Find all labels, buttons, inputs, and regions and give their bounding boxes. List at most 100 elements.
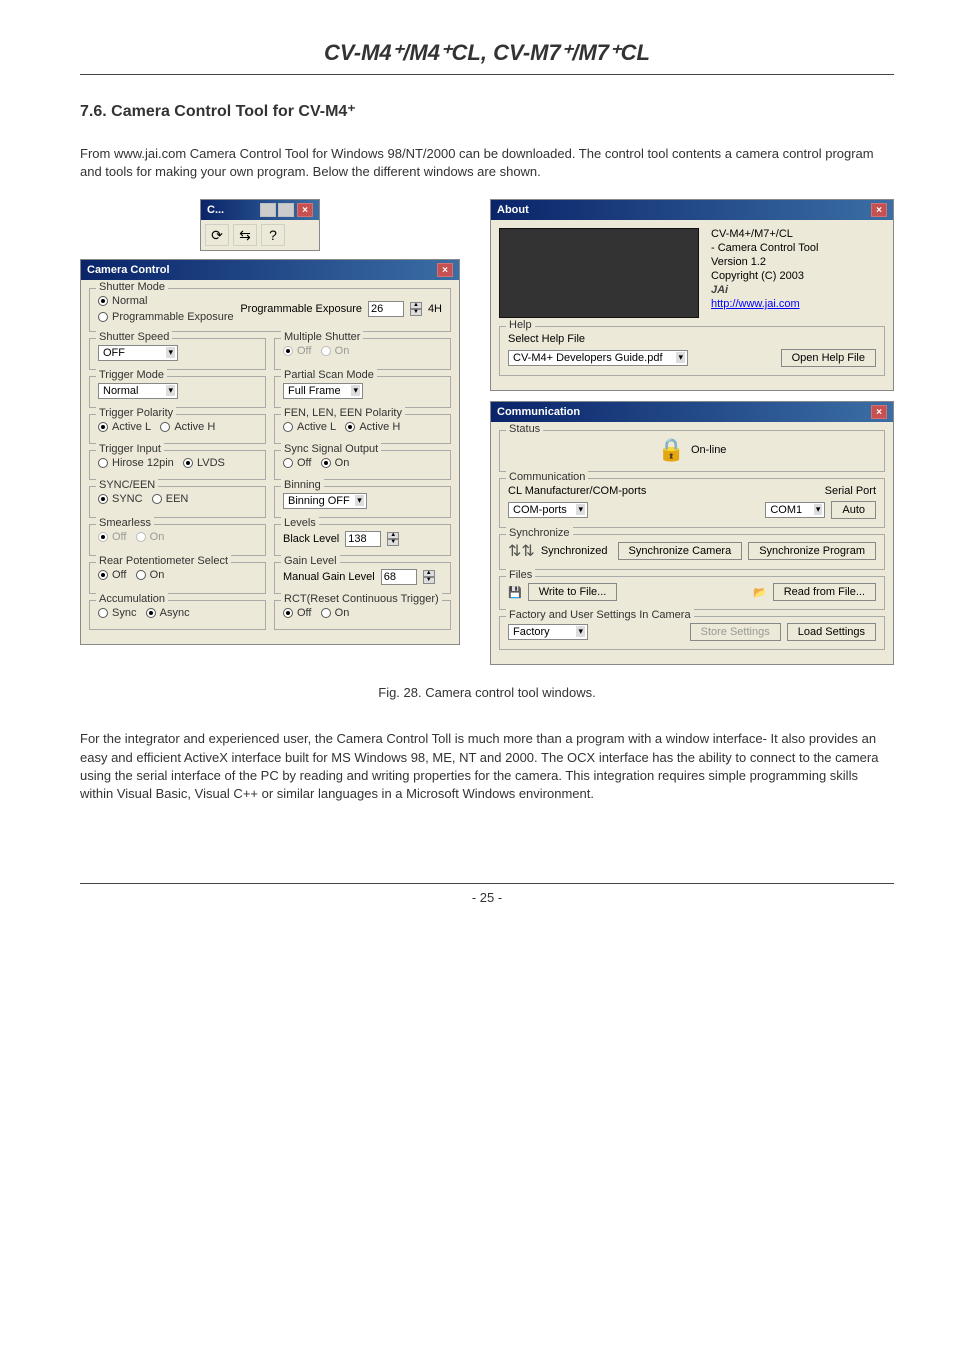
comm-title: Communication xyxy=(497,406,580,418)
about-model: CV-M4+/M7+/CL xyxy=(711,228,818,240)
levels-group: Levels Black Level 138 ▲▼ xyxy=(274,524,451,556)
fen-ah-radio[interactable]: Active H xyxy=(345,421,400,433)
accum-sync-radio[interactable]: Sync xyxy=(98,607,136,619)
toolbar-body: ⟳ ⇆ ? xyxy=(201,220,319,250)
smear-off-radio[interactable]: Off xyxy=(98,531,126,543)
multi-off-radio[interactable]: Off xyxy=(283,345,311,357)
levels-legend: Levels xyxy=(281,517,319,529)
sync-output-group: Sync Signal Output Off On xyxy=(274,450,451,480)
fen-ah-label: Active H xyxy=(359,421,400,433)
close-icon[interactable]: × xyxy=(871,203,887,217)
com1-select[interactable]: COM1 xyxy=(765,502,825,518)
sync-camera-button[interactable]: Synchronize Camera xyxy=(618,542,743,560)
sync-een-group: SYNC/EEN SYNC EEN xyxy=(89,486,266,518)
black-spinner[interactable]: ▲▼ xyxy=(387,532,399,546)
jai-link[interactable]: http://www.jai.com xyxy=(711,298,818,310)
maximize-button[interactable] xyxy=(278,203,294,217)
status-legend: Status xyxy=(506,423,543,435)
shutter-prog-radio[interactable]: Programmable Exposure xyxy=(98,311,234,323)
sync-group: Synchronize ⇅⇅Synchronized Synchronize C… xyxy=(499,534,885,570)
hirose-label: Hirose 12pin xyxy=(112,457,174,469)
sync-program-button[interactable]: Synchronize Program xyxy=(748,542,876,560)
comm-settings-group: Communication CL Manufacturer/COM-ports … xyxy=(499,478,885,528)
communication-window: Communication × Status 🔒 On-line Communi… xyxy=(490,401,894,665)
accum-sync-label: Sync xyxy=(112,607,136,619)
rct-on-radio[interactable]: On xyxy=(321,607,350,619)
close-icon[interactable]: × xyxy=(871,405,887,419)
serial-label: Serial Port xyxy=(825,485,876,497)
black-value[interactable]: 138 xyxy=(345,531,381,547)
about-tool-name: - Camera Control Tool xyxy=(711,242,818,254)
gain-spinner[interactable]: ▲▼ xyxy=(423,570,435,584)
accum-async-radio[interactable]: Async xyxy=(146,607,190,619)
multi-on-label: On xyxy=(335,345,350,357)
help-group: Help Select Help File CV-M4+ Developers … xyxy=(499,326,885,376)
footer-rule xyxy=(80,883,894,884)
fen-al-radio[interactable]: Active L xyxy=(283,421,336,433)
een-radio[interactable]: EEN xyxy=(152,493,189,505)
trig-active-l-radio[interactable]: Active L xyxy=(98,421,151,433)
camera-image xyxy=(499,228,699,318)
rear-on-radio[interactable]: On xyxy=(136,569,165,581)
cl-label: CL Manufacturer/COM-ports xyxy=(508,485,646,497)
about-title: About xyxy=(497,204,529,216)
syncout-off-radio[interactable]: Off xyxy=(283,457,311,469)
gain-value[interactable]: 68 xyxy=(381,569,417,585)
files-group: Files 💾Write to File... 📂Read from File.… xyxy=(499,576,885,610)
trig-al-label: Active L xyxy=(112,421,151,433)
close-icon[interactable]: × xyxy=(437,263,453,277)
accumulation-group: Accumulation Sync Async xyxy=(89,600,266,630)
pe-value[interactable]: 26 xyxy=(368,301,404,317)
trigger-polarity-group: Trigger Polarity Active L Active H xyxy=(89,414,266,444)
right-column: About × CV-M4+/M7+/CL - Camera Control T… xyxy=(490,199,894,665)
connect-icon[interactable]: ⇆ xyxy=(233,224,257,246)
rear-off-radio[interactable]: Off xyxy=(98,569,126,581)
store-settings-button[interactable]: Store Settings xyxy=(690,623,781,641)
write-file-button[interactable]: Write to File... xyxy=(528,583,618,601)
sync-radio[interactable]: SYNC xyxy=(98,493,143,505)
rct-off-radio[interactable]: Off xyxy=(283,607,311,619)
shutter-normal-radio[interactable]: Normal xyxy=(98,295,234,307)
section-heading: 7.6. Camera Control Tool for CV-M4⁺ xyxy=(80,101,894,121)
open-help-button[interactable]: Open Help File xyxy=(781,349,876,367)
hirose-radio[interactable]: Hirose 12pin xyxy=(98,457,174,469)
pe-label: Programmable Exposure xyxy=(240,303,362,315)
shutter-speed-select[interactable]: OFF xyxy=(98,345,178,361)
trigger-mode-select[interactable]: Normal xyxy=(98,383,178,399)
multi-on-radio[interactable]: On xyxy=(321,345,350,357)
lvds-radio[interactable]: LVDS xyxy=(183,457,225,469)
close-icon[interactable]: × xyxy=(297,203,313,217)
camera-control-titlebar[interactable]: Camera Control × xyxy=(81,260,459,280)
help-file-select[interactable]: CV-M4+ Developers Guide.pdf xyxy=(508,350,688,366)
multi-shutter-group: Multiple Shutter Off On xyxy=(274,338,451,370)
shutter-normal-label: Normal xyxy=(112,295,147,307)
jai-logo-icon: JAi xyxy=(711,284,818,296)
about-titlebar[interactable]: About × xyxy=(491,200,893,220)
rear-pot-group: Rear Potentiometer Select Off On xyxy=(89,562,266,594)
binning-group: Binning Binning OFF xyxy=(274,486,451,518)
smear-on-radio[interactable]: On xyxy=(136,531,165,543)
pe-spinner[interactable]: ▲▼ xyxy=(410,302,422,316)
rct-legend: RCT(Reset Continuous Trigger) xyxy=(281,593,442,605)
trig-active-h-radio[interactable]: Active H xyxy=(160,421,215,433)
factory-select[interactable]: Factory xyxy=(508,624,588,640)
files-legend: Files xyxy=(506,569,535,581)
com-ports-select[interactable]: COM-ports xyxy=(508,502,588,518)
minimize-button[interactable] xyxy=(260,203,276,217)
read-file-button[interactable]: Read from File... xyxy=(773,583,876,601)
auto-button[interactable]: Auto xyxy=(831,501,876,519)
toolbar-title: C... xyxy=(207,204,224,216)
sync-een-legend: SYNC/EEN xyxy=(96,479,158,491)
fen-al-label: Active L xyxy=(297,421,336,433)
help-icon[interactable]: ? xyxy=(261,224,285,246)
syncout-on-radio[interactable]: On xyxy=(321,457,350,469)
partial-scan-select[interactable]: Full Frame xyxy=(283,383,363,399)
refresh-icon[interactable]: ⟳ xyxy=(205,224,229,246)
load-settings-button[interactable]: Load Settings xyxy=(787,623,876,641)
binning-select[interactable]: Binning OFF xyxy=(283,493,367,509)
camera-control-window: Camera Control × Shutter Mode Normal Pro… xyxy=(80,259,460,645)
gain-manual-label: Manual Gain Level xyxy=(283,571,375,583)
toolbar-titlebar[interactable]: C... × xyxy=(201,200,319,220)
trigger-mode-group: Trigger Mode Normal xyxy=(89,376,266,408)
comm-titlebar[interactable]: Communication × xyxy=(491,402,893,422)
